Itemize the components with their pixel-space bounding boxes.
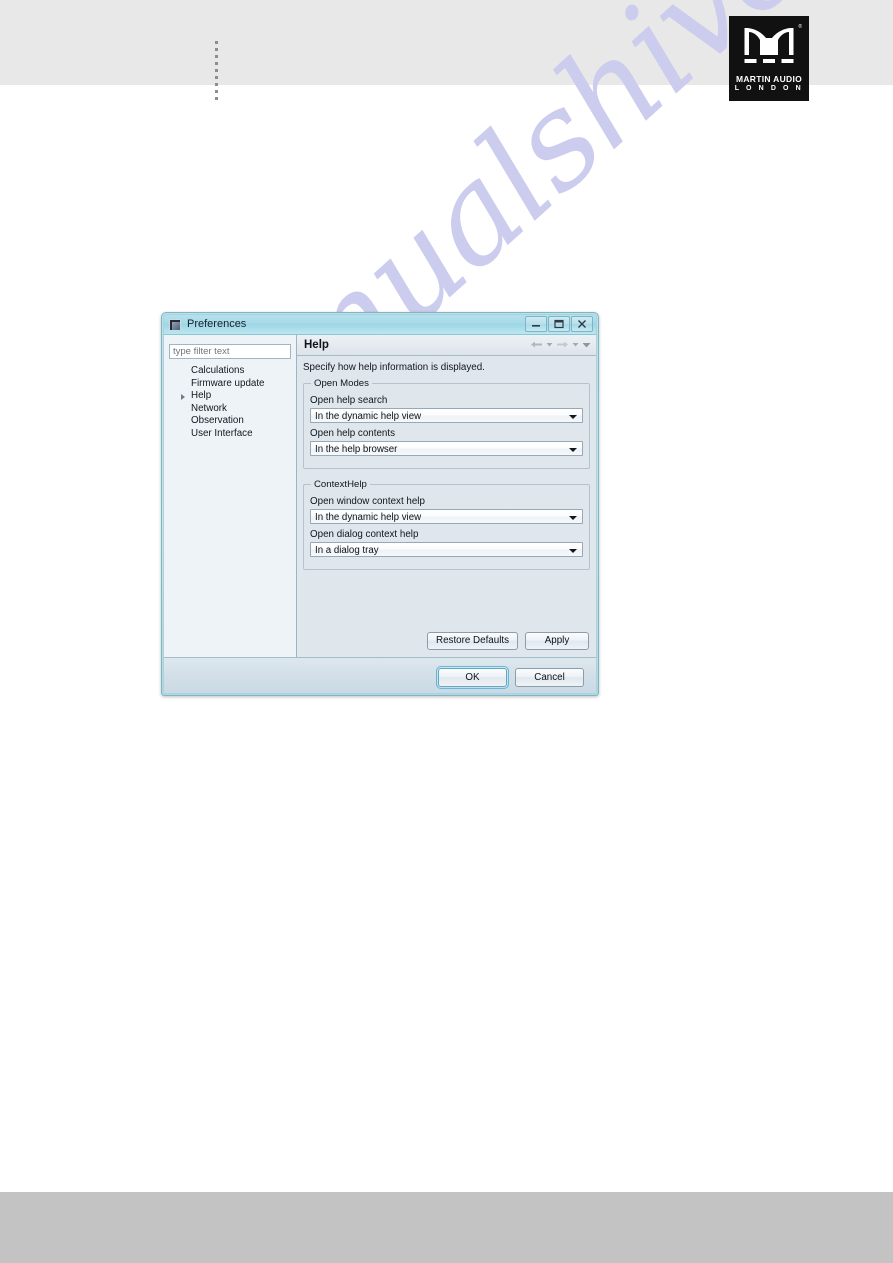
label-open-dialog-context-help: Open dialog context help [310, 529, 419, 540]
cancel-button[interactable]: Cancel [515, 668, 584, 687]
group-legend: ContextHelp [314, 479, 367, 490]
dialog-title: Preferences [187, 318, 247, 330]
window-controls [525, 316, 593, 332]
tree-item-label: Observation [191, 415, 244, 427]
registered-trademark-mark: ® [798, 24, 802, 30]
combo-open-help-contents[interactable]: In the help browser [310, 441, 583, 456]
tree-item-user-interface[interactable]: User Interface [169, 428, 291, 441]
preferences-dialog: Preferences type filter text Calculation… [161, 312, 599, 696]
dialog-footer: OK Cancel [164, 657, 596, 693]
tree-item-label: Firmware update [191, 377, 265, 389]
menu-chevron-down-icon[interactable] [582, 342, 591, 348]
combo-value: In the dynamic help view [315, 512, 422, 523]
preferences-page-content: Specify how help information is displaye… [297, 356, 596, 570]
tree-item-firmware-update[interactable]: Firmware update [169, 378, 291, 391]
footer-button-row: OK Cancel [436, 666, 584, 689]
forward-dropdown-chevron-down-icon[interactable] [572, 342, 579, 347]
page-title: Help [304, 339, 329, 351]
tree-item-network[interactable]: Network [169, 403, 291, 416]
application-icon [169, 319, 181, 331]
tree-item-help[interactable]: Help [169, 390, 291, 403]
group-context-help: ContextHelp Open window context help In … [303, 479, 590, 570]
dialog-titlebar[interactable]: Preferences [164, 315, 596, 335]
maximize-icon [554, 319, 564, 329]
preferences-tree-panel: Calculations Firmware update Help Networ… [164, 335, 297, 657]
logo-city-text: L O N D O N [734, 85, 804, 92]
crop-mark-dotted-line [215, 41, 218, 101]
tree-item-observation[interactable]: Observation [169, 415, 291, 428]
ok-button[interactable]: OK [436, 666, 509, 689]
preferences-content-panel: Help Specify how help information is dis… [297, 335, 596, 657]
expand-triangle-icon[interactable] [181, 393, 185, 400]
maximize-button[interactable] [548, 316, 570, 332]
close-icon [578, 320, 586, 328]
manual-page: ® MARTIN AUDIO L O N D O N manualshive.c… [0, 0, 893, 1263]
tree-item-label: User Interface [191, 427, 253, 439]
tree-item-label: Calculations [191, 365, 245, 376]
apply-button[interactable]: Apply [525, 632, 589, 650]
page-footer-band [0, 1192, 893, 1263]
dialog-body: Calculations Firmware update Help Networ… [164, 335, 596, 657]
page-description: Specify how help information is displaye… [303, 362, 485, 373]
restore-defaults-button[interactable]: Restore Defaults [427, 632, 518, 650]
minimize-button[interactable] [525, 316, 547, 332]
combo-value: In the dynamic help view [315, 411, 422, 422]
chevron-down-icon[interactable] [569, 549, 577, 553]
logo-brand-text: MARTIN AUDIO [735, 74, 803, 84]
label-open-help-search: Open help search [310, 395, 388, 406]
martin-audio-logo: ® MARTIN AUDIO L O N D O N [729, 16, 809, 101]
apply-button-row: Restore Defaults Apply [427, 632, 589, 650]
combo-open-dialog-context-help[interactable]: In a dialog tray [310, 542, 583, 557]
group-open-modes: Open Modes Open help search In the dynam… [303, 378, 590, 469]
minimize-icon [532, 325, 540, 327]
dialog-inner-frame: Preferences type filter text Calculation… [163, 314, 597, 694]
back-dropdown-chevron-down-icon[interactable] [546, 342, 553, 347]
label-open-window-context-help: Open window context help [310, 496, 425, 507]
back-arrow-icon[interactable] [530, 340, 543, 349]
close-button[interactable] [571, 316, 593, 332]
combo-value: In a dialog tray [315, 545, 379, 556]
tree-item-label: Network [191, 402, 227, 414]
label-open-help-contents: Open help contents [310, 428, 395, 439]
page-navigation-icons [530, 340, 591, 349]
tree-item-label: Help [191, 390, 212, 402]
group-legend: Open Modes [314, 378, 369, 389]
chevron-down-icon[interactable] [569, 516, 577, 520]
martin-m-logo-icon [744, 28, 794, 63]
combo-open-help-search[interactable]: In the dynamic help view [310, 408, 583, 423]
chevron-down-icon[interactable] [569, 448, 577, 452]
chevron-down-icon[interactable] [569, 415, 577, 419]
forward-arrow-icon[interactable] [556, 340, 569, 349]
combo-open-window-context-help[interactable]: In the dynamic help view [310, 509, 583, 524]
preferences-tree: Calculations Firmware update Help Networ… [169, 365, 291, 441]
filter-input[interactable] [169, 344, 291, 359]
combo-value: In the help browser [315, 444, 398, 455]
tree-item-calculations[interactable]: Calculations [169, 365, 291, 378]
page-header: Help [297, 335, 596, 356]
